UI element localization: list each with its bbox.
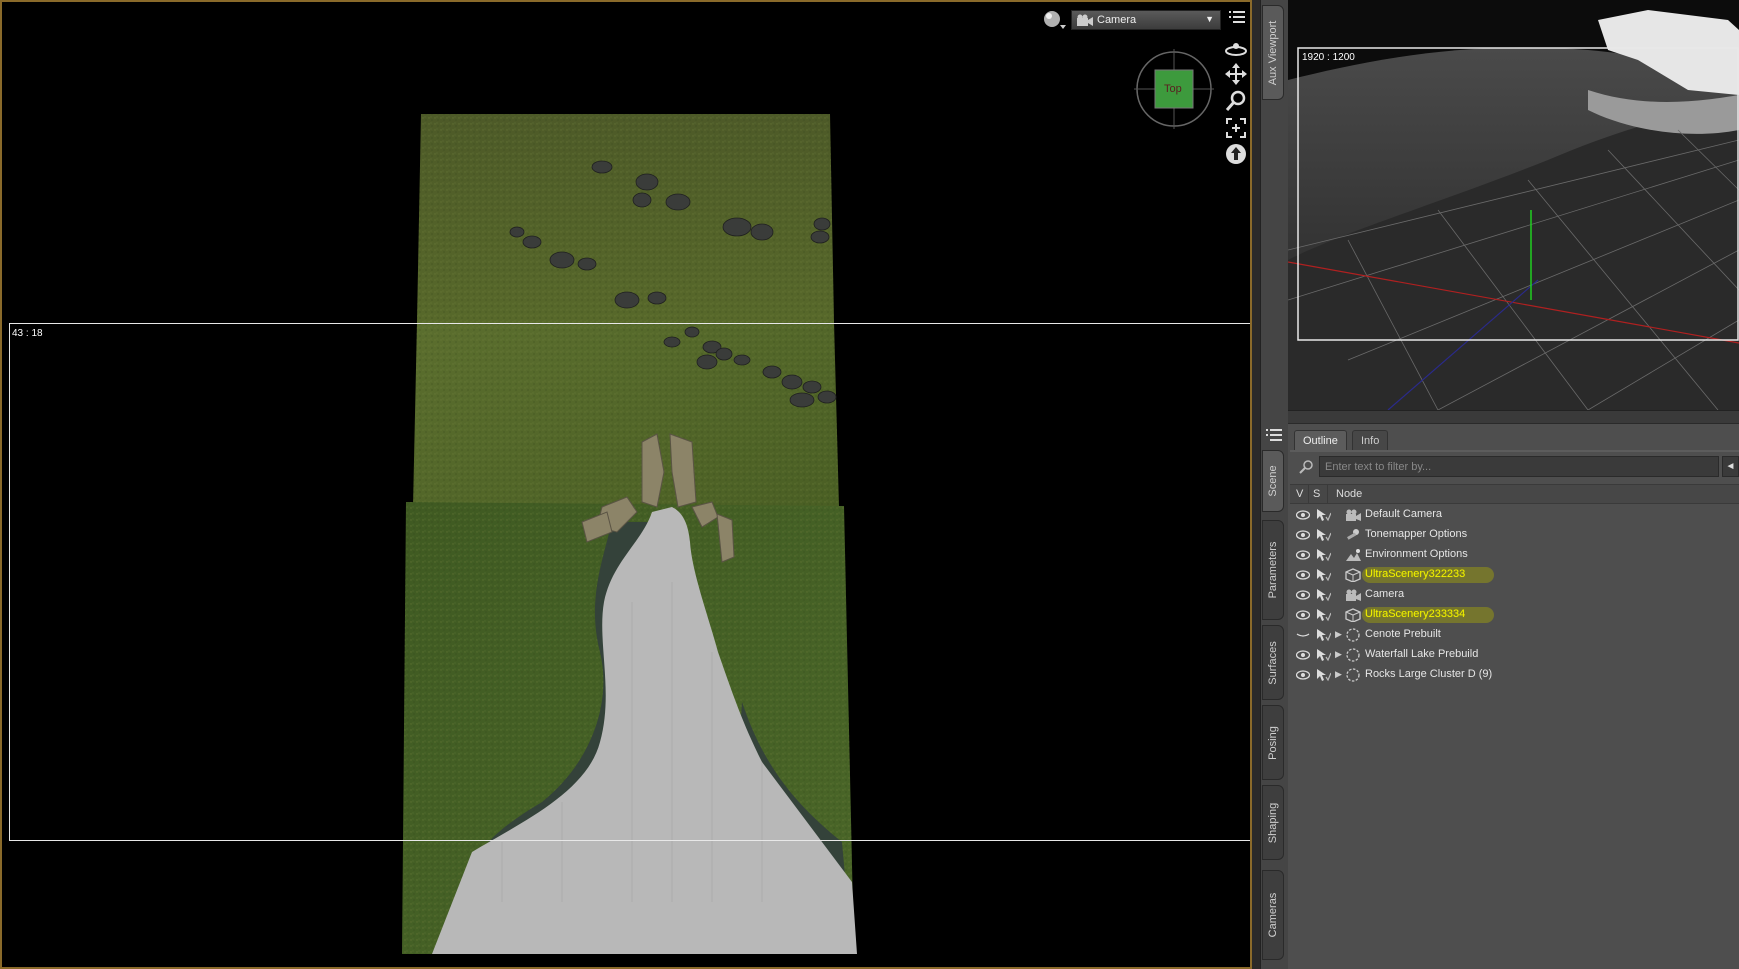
node-row[interactable]: UltraScenery233334 bbox=[1290, 605, 1739, 625]
node-row[interactable]: Environment Options bbox=[1290, 545, 1739, 565]
scenery-cube-icon bbox=[1345, 608, 1361, 623]
filter-options-button[interactable]: ◄ bbox=[1722, 456, 1739, 477]
tab-posing-label: Posing bbox=[1267, 725, 1279, 760]
group-node-icon bbox=[1345, 648, 1361, 662]
node-row[interactable]: UltraScenery322233 bbox=[1290, 565, 1739, 585]
node-row[interactable]: ▶ Cenote Prebuilt bbox=[1290, 625, 1739, 645]
pane-splitter[interactable] bbox=[1288, 410, 1739, 424]
expand-arrow-icon[interactable]: ▶ bbox=[1335, 669, 1342, 680]
select-cursor-icon[interactable] bbox=[1315, 508, 1332, 522]
main-viewport[interactable]: 43 : 18 Camera ▼ Top bbox=[0, 0, 1252, 969]
node-label: Cenote Prebuilt bbox=[1365, 628, 1441, 640]
tab-cameras[interactable]: Cameras bbox=[1262, 870, 1284, 960]
search-icon bbox=[1298, 459, 1314, 475]
tab-outline[interactable]: Outline bbox=[1294, 430, 1347, 451]
orbit-icon[interactable] bbox=[1224, 37, 1248, 61]
column-divider bbox=[1327, 485, 1328, 503]
view-cube[interactable]: Top bbox=[1134, 49, 1214, 129]
node-label: Camera bbox=[1365, 588, 1405, 600]
filter-input[interactable]: Enter text to filter by... bbox=[1319, 456, 1719, 477]
tab-shaping-label: Shaping bbox=[1267, 802, 1279, 843]
select-cursor-icon[interactable] bbox=[1315, 628, 1332, 642]
node-row[interactable]: Camera bbox=[1290, 585, 1739, 605]
viewport-menu-icon[interactable] bbox=[1229, 10, 1245, 26]
column-s[interactable]: S bbox=[1313, 488, 1320, 500]
aspect-frame bbox=[9, 323, 1250, 841]
column-divider bbox=[1308, 485, 1309, 503]
group-node-icon bbox=[1345, 628, 1361, 642]
select-cursor-icon[interactable] bbox=[1315, 568, 1332, 582]
camera-select[interactable]: Camera ▼ bbox=[1071, 10, 1221, 30]
node-label: Default Camera bbox=[1365, 508, 1443, 520]
eye-icon[interactable] bbox=[1295, 549, 1311, 561]
group-node-icon bbox=[1345, 668, 1361, 682]
tab-parameters[interactable]: Parameters bbox=[1262, 520, 1284, 620]
eye-icon[interactable] bbox=[1295, 589, 1311, 601]
select-cursor-icon[interactable] bbox=[1315, 648, 1332, 662]
tabs-divider bbox=[1290, 450, 1739, 452]
node-row[interactable]: ▶ Rocks Large Cluster D (9) bbox=[1290, 665, 1739, 685]
select-cursor-icon[interactable] bbox=[1315, 588, 1332, 602]
tab-parameters-label: Parameters bbox=[1267, 541, 1279, 599]
select-cursor-icon[interactable] bbox=[1315, 548, 1332, 562]
node-label: Environment Options bbox=[1365, 548, 1468, 560]
eye-icon[interactable] bbox=[1295, 649, 1311, 661]
node-label: Waterfall Lake Prebuild bbox=[1365, 648, 1479, 660]
node-row[interactable]: Default Camera bbox=[1290, 505, 1739, 525]
column-header: V S Node bbox=[1290, 484, 1739, 504]
eye-icon[interactable] bbox=[1295, 529, 1311, 541]
node-label: Rocks Large Cluster D (9) bbox=[1365, 668, 1493, 680]
scenery-cube-icon bbox=[1345, 568, 1361, 583]
node-label: UltraScenery233334 bbox=[1365, 608, 1466, 620]
tab-aux-viewport[interactable]: Aux Viewport bbox=[1262, 5, 1284, 100]
view-cube-face-label: Top bbox=[1164, 83, 1182, 95]
tab-scene-label: Scene bbox=[1267, 465, 1279, 497]
frame-icon[interactable] bbox=[1224, 116, 1248, 140]
camera-icon bbox=[1345, 508, 1361, 522]
expand-arrow-icon[interactable]: ▶ bbox=[1335, 629, 1342, 640]
zoom-icon[interactable] bbox=[1224, 89, 1248, 113]
tab-surfaces[interactable]: Surfaces bbox=[1262, 625, 1284, 700]
reset-icon[interactable] bbox=[1224, 142, 1248, 166]
tab-scene[interactable]: Scene bbox=[1262, 450, 1284, 512]
camera-select-label: Camera bbox=[1097, 14, 1137, 26]
camera-icon bbox=[1345, 588, 1361, 602]
eye-icon[interactable] bbox=[1295, 609, 1311, 621]
tab-posing[interactable]: Posing bbox=[1262, 705, 1284, 780]
eye-icon[interactable] bbox=[1295, 569, 1311, 581]
splitter[interactable] bbox=[1252, 0, 1260, 969]
environment-icon bbox=[1345, 548, 1361, 562]
eye-icon[interactable] bbox=[1295, 509, 1311, 521]
node-row[interactable]: ▶ Waterfall Lake Prebuild bbox=[1290, 645, 1739, 665]
tab-aux-viewport-label: Aux Viewport bbox=[1267, 20, 1279, 85]
aux-render bbox=[1288, 0, 1739, 410]
tab-info[interactable]: Info bbox=[1352, 430, 1389, 451]
node-row[interactable]: Tonemapper Options bbox=[1290, 525, 1739, 545]
select-cursor-icon[interactable] bbox=[1315, 668, 1332, 682]
draw-style-sphere-icon[interactable] bbox=[1042, 9, 1066, 31]
select-cursor-icon[interactable] bbox=[1315, 528, 1332, 542]
tonemapper-icon bbox=[1345, 528, 1361, 542]
aux-viewport[interactable] bbox=[1288, 0, 1739, 410]
node-label: Tonemapper Options bbox=[1365, 528, 1468, 540]
tab-shaping[interactable]: Shaping bbox=[1262, 785, 1284, 860]
node-label: UltraScenery322233 bbox=[1365, 568, 1466, 580]
column-node[interactable]: Node bbox=[1336, 488, 1362, 500]
select-cursor-icon[interactable] bbox=[1315, 608, 1332, 622]
expand-arrow-icon[interactable]: ▶ bbox=[1335, 649, 1342, 660]
camera-icon bbox=[1077, 14, 1093, 26]
tab-surfaces-label: Surfaces bbox=[1267, 640, 1279, 685]
eye-closed-icon[interactable] bbox=[1296, 629, 1310, 641]
tab-cameras-label: Cameras bbox=[1267, 892, 1279, 938]
column-v[interactable]: V bbox=[1296, 488, 1303, 500]
chevron-down-icon: ▼ bbox=[1205, 14, 1214, 24]
pane-menu-icon[interactable] bbox=[1266, 428, 1282, 442]
pan-icon[interactable] bbox=[1224, 62, 1248, 86]
aux-resolution-label: 1920 : 1200 bbox=[1302, 52, 1355, 63]
aspect-ratio-label: 43 : 18 bbox=[12, 328, 43, 339]
eye-icon[interactable] bbox=[1295, 669, 1311, 681]
